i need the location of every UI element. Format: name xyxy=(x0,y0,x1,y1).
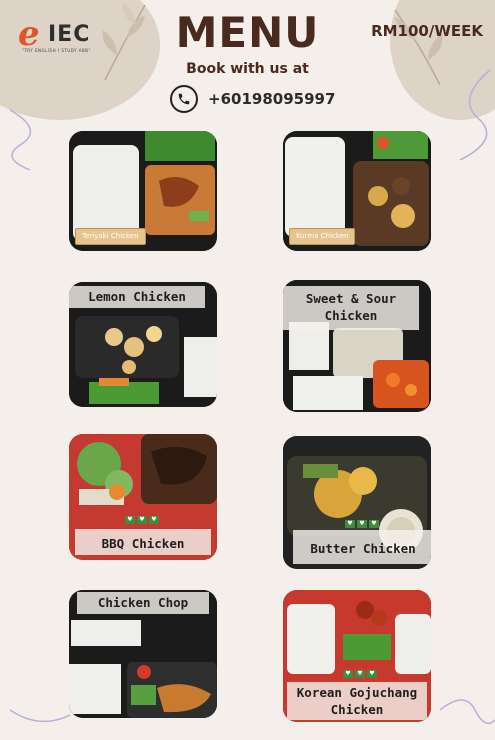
menu-item-label: Chicken Chop xyxy=(77,592,209,614)
menu-page: e IEC "TRY ENGLISH I STUDY ABB" MENU RM1… xyxy=(0,0,495,740)
heart-icon: ♥ xyxy=(367,670,377,678)
menu-item-label: Teriyaki Chicken xyxy=(75,228,146,245)
heart-badges: ♥ ♥ ♥ xyxy=(343,670,377,678)
heart-icon: ♥ xyxy=(355,670,365,678)
squiggle-decoration-icon xyxy=(459,70,491,160)
menu-item-label: Kurma Chicken xyxy=(289,228,356,245)
phone-number: +60198095997 xyxy=(208,90,336,108)
heart-icon: ♥ xyxy=(125,516,135,524)
heart-icon: ♥ xyxy=(137,516,147,524)
menu-item-label-line: Sweet & Sour xyxy=(305,291,397,306)
menu-card-kurma-chicken: Kurma Chicken xyxy=(283,131,431,251)
menu-card-butter-chicken: ♥ ♥ ♥ Butter Chicken xyxy=(283,436,431,569)
menu-card-lemon-chicken: Lemon Chicken xyxy=(69,282,217,407)
heart-badges: ♥ ♥ ♥ xyxy=(345,520,379,528)
menu-item-label-line: Chicken xyxy=(330,702,384,717)
menu-item-label: BBQ Chicken xyxy=(75,529,211,555)
phone-icon xyxy=(170,85,198,113)
menu-item-label: Butter Chicken xyxy=(293,530,431,564)
squiggle-decoration-icon xyxy=(10,709,70,723)
heart-icon: ♥ xyxy=(369,520,379,528)
price-label: RM100/WEEK xyxy=(371,22,483,40)
heart-icon: ♥ xyxy=(149,516,159,524)
menu-item-label: Korean Gojuchang Chicken xyxy=(287,682,427,720)
heart-badges: ♥ ♥ ♥ xyxy=(125,516,159,524)
menu-item-label: Lemon Chicken xyxy=(69,286,205,308)
heart-icon: ♥ xyxy=(357,520,367,528)
menu-card-chicken-chop: Chicken Chop xyxy=(69,590,217,718)
menu-item-label-line: Chicken xyxy=(324,308,378,323)
menu-item-label-line: Korean Gojuchang xyxy=(296,685,418,700)
menu-item-label: Sweet & Sour Chicken xyxy=(283,286,419,330)
heart-icon: ♥ xyxy=(345,520,355,528)
squiggle-decoration-icon xyxy=(9,110,32,170)
heart-icon: ♥ xyxy=(343,670,353,678)
menu-card-sweet-sour-chicken: Sweet & Sour Chicken xyxy=(283,280,431,412)
phone-row[interactable]: +60198095997 xyxy=(170,85,335,113)
menu-card-korean-gojuchang-chicken: ♥ ♥ ♥ Korean Gojuchang Chicken xyxy=(283,590,431,722)
squiggle-decoration-icon xyxy=(440,699,495,725)
book-text: Book with us at xyxy=(186,61,309,77)
menu-card-bbq-chicken: ♥ ♥ ♥ BBQ Chicken xyxy=(69,434,217,560)
menu-card-teriyaki-chicken: Teriyaki Chicken xyxy=(69,131,217,251)
